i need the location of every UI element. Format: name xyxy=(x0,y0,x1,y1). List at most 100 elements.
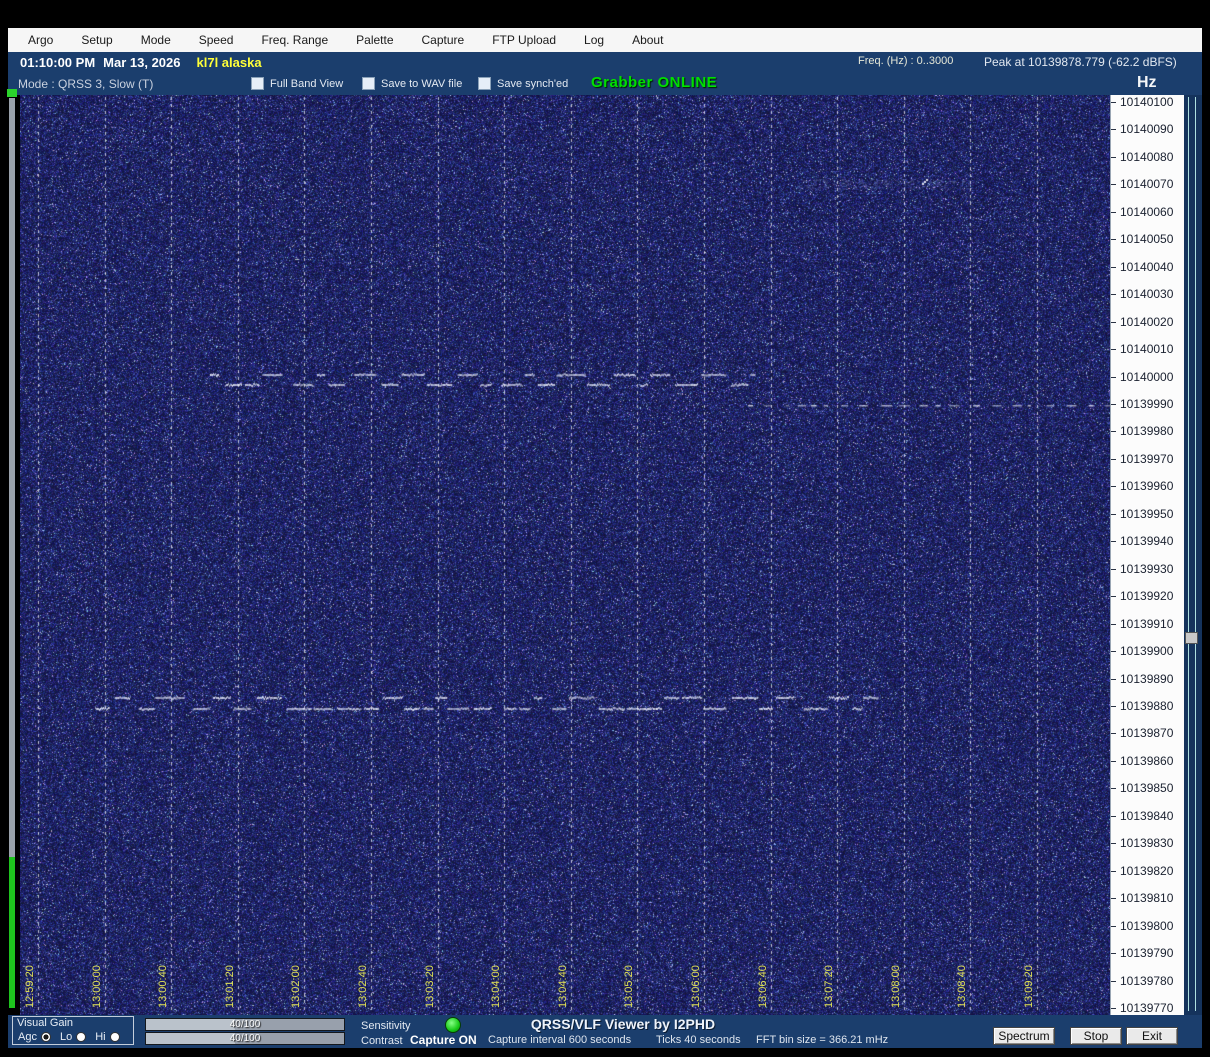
frequency-tick xyxy=(1111,294,1116,296)
menu-item-palette[interactable]: Palette xyxy=(342,33,407,47)
bottom-control-bar: Visual Gain Agc Lo Hi 40/100 40/100 Sensit… xyxy=(8,1015,1202,1048)
freq-range-readout: Freq. (Hz) : 0..3000 xyxy=(858,55,954,67)
radio-label: Lo xyxy=(59,1031,73,1043)
capture-status: Capture ON xyxy=(410,1033,477,1047)
checkbox-label: Save to WAV file xyxy=(381,77,463,90)
checkbox-save-to-wav-file[interactable] xyxy=(362,77,375,90)
ticks-label: Ticks 40 seconds xyxy=(656,1034,741,1046)
menu-item-about[interactable]: About xyxy=(618,33,677,47)
time-axis-label: 13:06:00 xyxy=(690,965,702,1008)
menu-item-capture[interactable]: Capture xyxy=(408,33,479,47)
frequency-axis-label: 10139960 xyxy=(1120,479,1174,494)
frequency-axis-label: 10140080 xyxy=(1120,149,1174,164)
frequency-tick xyxy=(1111,376,1116,378)
time-axis-label: 13:04:00 xyxy=(490,965,503,1008)
frequency-tick xyxy=(1111,102,1116,103)
frequency-tick xyxy=(1111,651,1116,653)
checkbox-save-synch-ed[interactable] xyxy=(478,77,491,90)
clock-date: Mar 13, 2026 xyxy=(103,55,181,70)
frequency-tick xyxy=(1111,431,1116,433)
frequency-tick xyxy=(1111,404,1116,405)
time-axis-label: 13:02:40 xyxy=(357,965,369,1008)
frequency-axis-label: 10139780 xyxy=(1120,973,1174,988)
frequency-axis-label: 10139940 xyxy=(1120,534,1174,549)
frequency-axis-label: 10139900 xyxy=(1120,644,1174,659)
frequency-tick xyxy=(1111,980,1116,982)
frequency-tick xyxy=(1111,733,1116,735)
frequency-tick xyxy=(1111,129,1116,131)
frequency-axis-label: 10139810 xyxy=(1120,891,1174,906)
radio-lo[interactable] xyxy=(76,1032,87,1042)
frequency-axis-label: 10140040 xyxy=(1120,259,1174,274)
frequency-tick xyxy=(1111,184,1116,186)
frequency-axis-label: 10139950 xyxy=(1120,506,1174,521)
frequency-axis-label: 10140050 xyxy=(1120,232,1174,247)
frequency-tick xyxy=(1111,870,1116,872)
frequency-axis-label: 10140010 xyxy=(1120,342,1174,357)
frequency-axis-label: 10140030 xyxy=(1120,287,1174,302)
marker-track-line xyxy=(1195,97,1196,1011)
frequency-tick xyxy=(1111,458,1116,460)
checkbox-full-band-view[interactable] xyxy=(251,77,264,90)
time-axis-label: 13:00:00 xyxy=(90,965,103,1008)
contrast-slider[interactable]: 40/100 xyxy=(145,1032,345,1045)
visual-gain-label: Visual Gain xyxy=(17,1017,74,1029)
frequency-tick xyxy=(1111,815,1116,817)
frequency-tick xyxy=(1111,321,1116,323)
hz-axis-unit-label: Hz xyxy=(1137,74,1157,91)
time-axis-label: 12:59:20 xyxy=(24,965,36,1008)
marker-track-line xyxy=(1188,97,1189,1011)
frequency-tick xyxy=(1111,898,1116,900)
menu-item-ftp-upload[interactable]: FTP Upload xyxy=(478,33,570,47)
frequency-tick xyxy=(1111,678,1116,680)
menu-item-freq-range[interactable]: Freq. Range xyxy=(247,33,342,47)
time-axis-label: 13:02:00 xyxy=(290,965,303,1008)
menu-item-argo[interactable]: Argo xyxy=(14,33,67,47)
header-mode-row: Mode : QRSS 3, Slow (T) Grabber ONLINE H… xyxy=(8,73,1202,95)
spectrum-button[interactable]: Spectrum xyxy=(993,1027,1055,1045)
grabber-online-status: Grabber ONLINE xyxy=(591,74,718,91)
menu-item-speed[interactable]: Speed xyxy=(185,33,248,47)
frequency-axis-label: 10140070 xyxy=(1120,177,1174,192)
callsign-label: kl7l alaska xyxy=(196,55,262,70)
spectrogram-area[interactable]: 12:59:20 13:00:00 13:00:40 13:01:20 13:02:00… xyxy=(20,95,1110,1015)
frequency-tick xyxy=(1111,706,1116,707)
menu-item-log[interactable]: Log xyxy=(570,33,618,47)
time-axis-label: 13:00:40 xyxy=(157,965,170,1008)
frequency-axis-label: 10139850 xyxy=(1120,781,1174,796)
time-axis-label: 13:04:40 xyxy=(556,965,569,1008)
capture-led-icon xyxy=(445,1017,461,1033)
frequency-marker-gutter xyxy=(1184,95,1202,1015)
frequency-axis-label: 10139920 xyxy=(1120,589,1174,604)
level-meter xyxy=(9,98,15,1008)
frequency-axis-label: 10139910 xyxy=(1120,616,1174,631)
frequency-axis-label: 10140090 xyxy=(1120,122,1174,137)
checkbox-group: Save to WAV file xyxy=(362,77,462,90)
frequency-marker-thumb[interactable] xyxy=(1185,632,1198,644)
stop-button[interactable]: Stop xyxy=(1070,1027,1122,1045)
frequency-tick xyxy=(1111,843,1116,845)
frequency-axis-label: 10139840 xyxy=(1120,808,1174,823)
frequency-tick xyxy=(1111,953,1116,955)
checkbox-label: Save synch'ed xyxy=(497,77,569,90)
frequency-tick xyxy=(1111,211,1116,213)
frequency-axis-label: 10139990 xyxy=(1120,397,1174,411)
menu-item-mode[interactable]: Mode xyxy=(127,33,185,47)
time-axis-label: 13:05:20 xyxy=(623,965,636,1008)
radio-agc[interactable] xyxy=(40,1032,51,1042)
frequency-axis-label: 10140000 xyxy=(1120,369,1174,384)
time-axis-label: 13:03:20 xyxy=(423,965,436,1008)
frequency-scale: 10140100 10140090 10140080 10140070 10140060… xyxy=(1110,95,1184,1015)
exit-button[interactable]: Exit xyxy=(1126,1027,1178,1045)
sensitivity-slider-value: 40/100 xyxy=(229,1019,261,1030)
spectrogram-canvas[interactable] xyxy=(20,95,1110,1015)
mode-label: Mode : QRSS 3, Slow (T) xyxy=(18,77,154,91)
time-axis-label: 13:07:20 xyxy=(823,965,836,1008)
peak-readout: Peak at 10139878.779 (-62.2 dBFS) xyxy=(984,55,1177,69)
menu-item-setup[interactable]: Setup xyxy=(67,33,126,47)
frequency-tick xyxy=(1111,266,1116,268)
frequency-tick xyxy=(1111,596,1116,598)
frequency-axis-label: 10139980 xyxy=(1120,424,1174,439)
radio-hi[interactable] xyxy=(109,1032,120,1042)
sensitivity-slider[interactable]: 40/100 xyxy=(145,1018,345,1031)
